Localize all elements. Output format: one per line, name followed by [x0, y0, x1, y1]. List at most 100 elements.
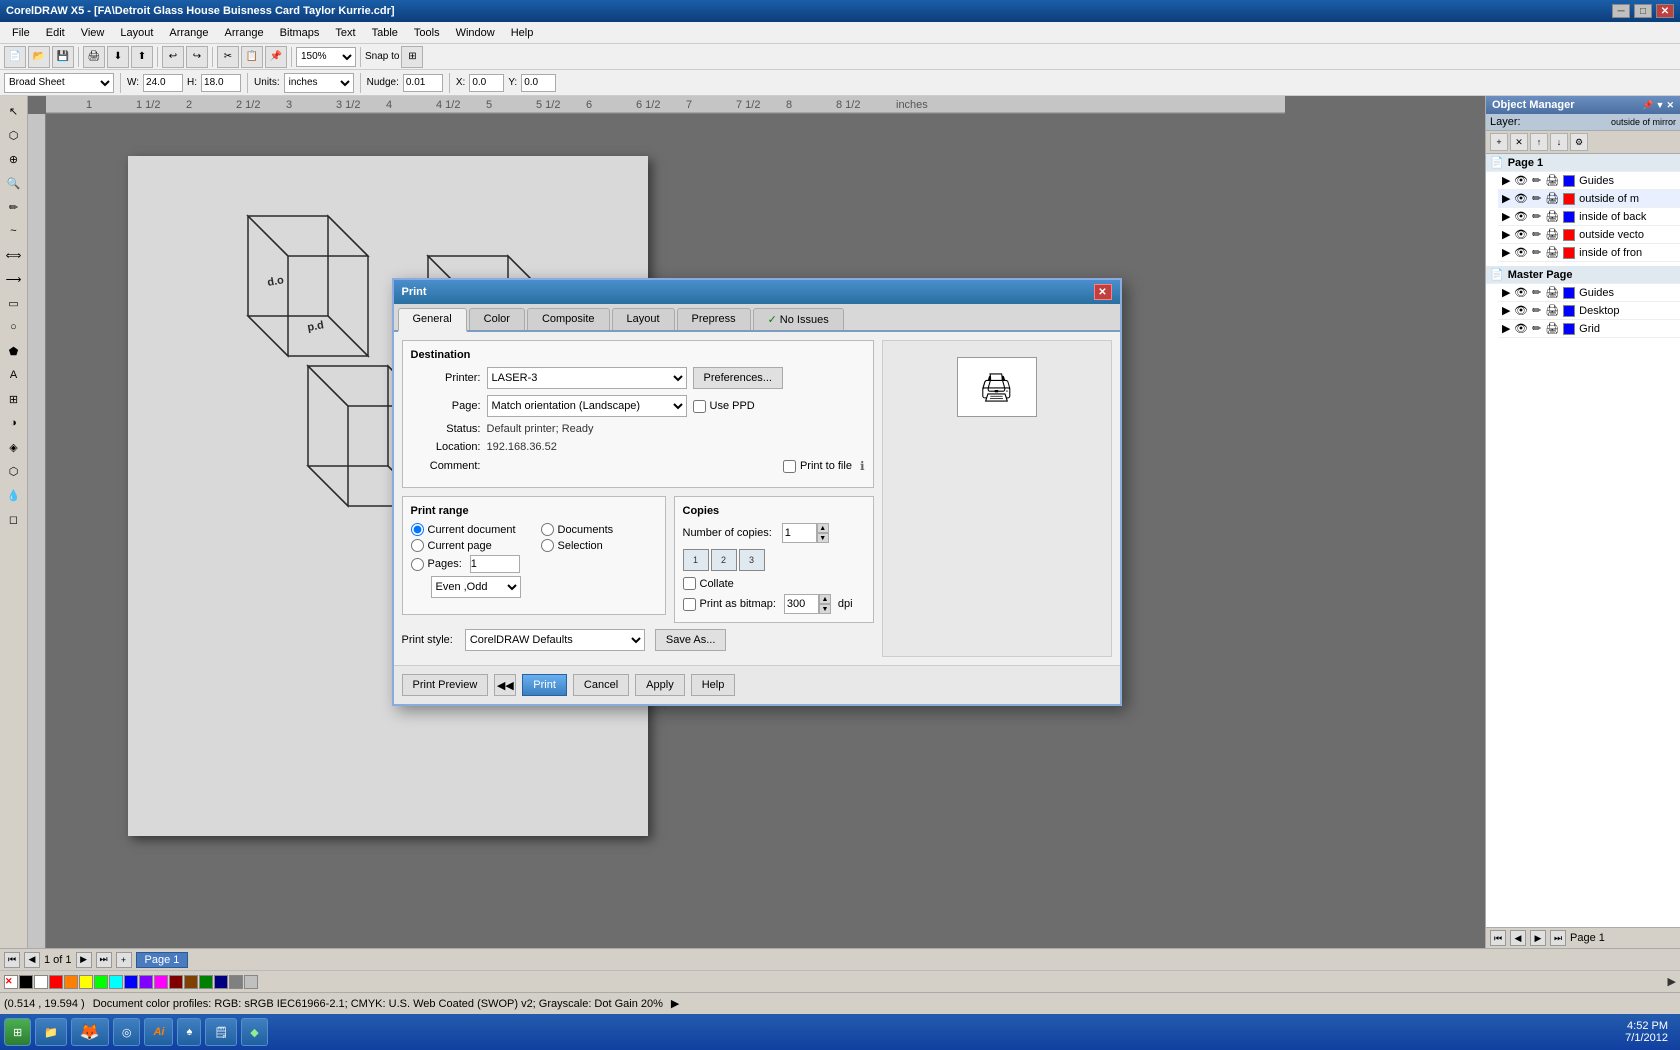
- obj-manager-close[interactable]: ✕: [1666, 100, 1674, 111]
- move-down-btn[interactable]: ↓: [1550, 133, 1568, 151]
- grid-expand[interactable]: ▶: [1502, 322, 1510, 335]
- snap-btn[interactable]: ⊞: [401, 46, 423, 68]
- cyan-swatch[interactable]: [109, 975, 123, 989]
- page1-tab[interactable]: Page 1: [136, 952, 189, 968]
- taskbar-chrome[interactable]: ◎: [113, 1018, 141, 1046]
- eye-icon[interactable]: 👁: [1514, 174, 1528, 187]
- pencil5-icon[interactable]: ✏: [1532, 246, 1541, 259]
- tab-prepress[interactable]: Prepress: [677, 308, 751, 330]
- cut-btn[interactable]: ✂: [217, 46, 239, 68]
- desktop-layer[interactable]: ▶ 👁 ✏ 🖨 Desktop: [1498, 302, 1680, 320]
- selection-radio[interactable]: Selection: [541, 539, 614, 552]
- rectangle-tool[interactable]: ▭: [3, 292, 25, 314]
- grid-layer[interactable]: ▶ 👁 ✏ 🖨 Grid: [1498, 320, 1680, 338]
- outside-vecto-layer[interactable]: ▶ 👁 ✏ 🖨 outside vecto: [1498, 226, 1680, 244]
- minimize-button[interactable]: ─: [1612, 4, 1630, 18]
- orange-swatch[interactable]: [64, 975, 78, 989]
- collate-checkbox[interactable]: Collate: [683, 577, 865, 590]
- master-page-item[interactable]: 📄 Master Page: [1486, 266, 1680, 284]
- titlebar-controls[interactable]: ─ □ ✕: [1612, 4, 1674, 18]
- print-bitmap-check[interactable]: [683, 598, 696, 611]
- redo-btn[interactable]: ↪: [186, 46, 208, 68]
- delete-layer-btn[interactable]: ✕: [1510, 133, 1528, 151]
- collapse-button[interactable]: ◀◀: [494, 674, 516, 696]
- maximize-button[interactable]: □: [1634, 4, 1652, 18]
- pencil2-icon[interactable]: ✏: [1532, 192, 1541, 205]
- num-copies-input[interactable]: [782, 523, 817, 543]
- new-layer-btn[interactable]: +: [1490, 133, 1508, 151]
- print-btn[interactable]: 🖨: [83, 46, 105, 68]
- collate-check[interactable]: [683, 577, 696, 590]
- eye6-icon[interactable]: 👁: [1514, 286, 1528, 299]
- warning-icon[interactable]: ▶: [671, 997, 679, 1010]
- menu-file[interactable]: File: [4, 25, 38, 41]
- copy-btn[interactable]: 📋: [241, 46, 263, 68]
- inside-back-expand[interactable]: ▶: [1502, 210, 1510, 223]
- dpi-spinner[interactable]: ▲ ▼: [784, 594, 831, 614]
- print-to-file-checkbox[interactable]: Print to file ℹ: [783, 459, 865, 473]
- white-swatch[interactable]: [34, 975, 48, 989]
- current-doc-input[interactable]: [411, 523, 424, 536]
- red-swatch[interactable]: [49, 975, 63, 989]
- first-page-btn[interactable]: ⏮: [1490, 930, 1506, 946]
- tab-general[interactable]: General: [398, 308, 467, 332]
- properties-btn[interactable]: ⚙: [1570, 133, 1588, 151]
- darkorange-swatch[interactable]: [184, 975, 198, 989]
- smart-fill-tool[interactable]: ⬡: [3, 460, 25, 482]
- current-doc-radio[interactable]: Current document: [411, 523, 521, 536]
- pencil6-icon[interactable]: ✏: [1532, 286, 1541, 299]
- inside-front-layer[interactable]: ▶ 👁 ✏ 🖨 inside of fron: [1498, 244, 1680, 262]
- pencil4-icon[interactable]: ✏: [1532, 228, 1541, 241]
- guides-expand[interactable]: ▶: [1502, 174, 1510, 187]
- nudge-input[interactable]: [403, 74, 443, 92]
- eye3-icon[interactable]: 👁: [1514, 210, 1528, 223]
- shape-tool[interactable]: ⬡: [3, 124, 25, 146]
- eye4-icon[interactable]: 👁: [1514, 228, 1528, 241]
- pencil8-icon[interactable]: ✏: [1532, 322, 1541, 335]
- copies-up[interactable]: ▲: [817, 523, 829, 533]
- taskbar-app6[interactable]: 🗒: [205, 1018, 237, 1046]
- print-style-dropdown[interactable]: CorelDRAW Defaults: [465, 629, 645, 651]
- save-as-button[interactable]: Save As...: [655, 629, 727, 651]
- master-guides-layer[interactable]: ▶ 👁 ✏ 🖨 Guides: [1498, 284, 1680, 302]
- preferences-button[interactable]: Preferences...: [693, 367, 783, 389]
- obj-manager-controls[interactable]: 📌 ▼ ✕: [1642, 100, 1674, 111]
- darkgreen-swatch[interactable]: [199, 975, 213, 989]
- menu-bitmaps[interactable]: Bitmaps: [272, 25, 328, 41]
- num-copies-spinner[interactable]: ▲ ▼: [782, 523, 829, 543]
- eye2-icon[interactable]: 👁: [1514, 192, 1528, 205]
- height-input[interactable]: [201, 74, 241, 92]
- outside-vecto-expand[interactable]: ▶: [1502, 228, 1510, 241]
- yellow-swatch[interactable]: [79, 975, 93, 989]
- fill-tool[interactable]: ◈: [3, 436, 25, 458]
- dpi-input[interactable]: [784, 594, 819, 614]
- menu-view[interactable]: View: [73, 25, 113, 41]
- copies-down[interactable]: ▼: [817, 533, 829, 543]
- save-btn[interactable]: 💾: [52, 46, 74, 68]
- tab-layout[interactable]: Layout: [612, 308, 675, 330]
- inside-front-expand[interactable]: ▶: [1502, 246, 1510, 259]
- num-copies-spinbtns[interactable]: ▲ ▼: [817, 523, 829, 543]
- taskbar-illustrator[interactable]: Ai: [144, 1018, 173, 1046]
- smart-draw-tool[interactable]: ~: [3, 220, 25, 242]
- menu-edit[interactable]: Edit: [38, 25, 73, 41]
- paste-btn[interactable]: 📌: [265, 46, 287, 68]
- units-dropdown[interactable]: inches: [284, 73, 354, 93]
- blend-tool[interactable]: ◑: [3, 412, 25, 434]
- taskbar-firefox[interactable]: 🦊: [71, 1018, 109, 1046]
- use-ppd-check[interactable]: [693, 400, 706, 413]
- green-swatch[interactable]: [94, 975, 108, 989]
- blue-swatch[interactable]: [124, 975, 138, 989]
- even-odd-dropdown[interactable]: Even ,Odd: [431, 576, 521, 598]
- start-button[interactable]: ⊞: [4, 1018, 31, 1046]
- width-input[interactable]: [143, 74, 183, 92]
- ellipse-tool[interactable]: ○: [3, 316, 25, 338]
- printer-dropdown[interactable]: LASER-3: [487, 367, 687, 389]
- view-mode-dropdown[interactable]: Broad Sheet: [4, 73, 114, 93]
- outside-expand[interactable]: ▶: [1502, 192, 1510, 205]
- apply-button[interactable]: Apply: [635, 674, 685, 696]
- select-tool[interactable]: ↖: [3, 100, 25, 122]
- outside-mirror-layer[interactable]: ▶ 👁 ✏ 🖨 outside of m: [1498, 190, 1680, 208]
- menu-arrange[interactable]: Arrange: [161, 25, 216, 41]
- master-guides-expand[interactable]: ▶: [1502, 286, 1510, 299]
